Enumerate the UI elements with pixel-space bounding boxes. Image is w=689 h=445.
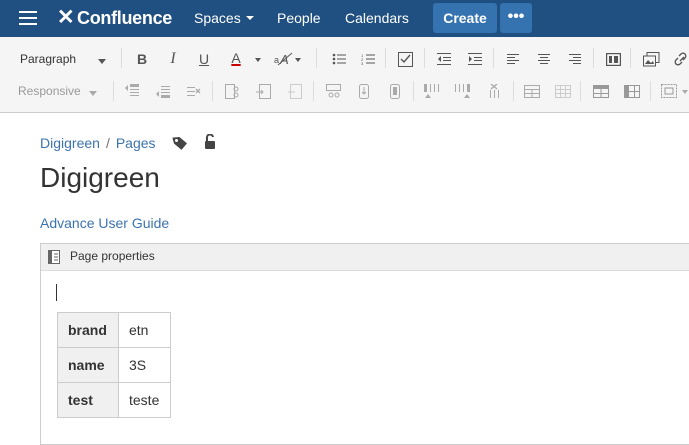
property-key[interactable]: brand — [57, 312, 119, 348]
breadcrumb-separator: / — [105, 135, 110, 151]
macro-title: Page properties — [70, 249, 155, 263]
merge-cells-icon[interactable] — [521, 80, 543, 102]
align-right-icon[interactable] — [564, 48, 586, 70]
property-key[interactable]: name — [57, 347, 119, 383]
page-properties-macro[interactable]: Page properties brand etn name 3S test t… — [40, 243, 689, 445]
toolbar-divider — [313, 81, 314, 101]
align-center-icon[interactable] — [533, 48, 555, 70]
table-row: name 3S — [57, 347, 171, 383]
page-layout-icon[interactable] — [602, 48, 624, 70]
confluence-logo[interactable]: ✕ Confluence — [57, 6, 172, 30]
toolbar-divider — [113, 81, 114, 101]
bullet-list-icon[interactable] — [328, 48, 350, 70]
align-left-icon[interactable] — [502, 48, 524, 70]
top-navigation-bar: ✕ Confluence Spaces People Calendars Cre… — [0, 0, 689, 37]
nav-people[interactable]: People — [277, 10, 321, 27]
breadcrumb-space[interactable]: Digigreen — [40, 135, 100, 151]
bold-button[interactable]: B — [131, 48, 153, 70]
toolbar-divider — [513, 81, 514, 101]
editor-toolbar: Paragraph B I U A aA 123 — [0, 37, 689, 113]
numbered-list-icon[interactable]: 123 — [357, 48, 379, 70]
nav-spaces-label: Spaces — [194, 10, 241, 26]
delete-column-icon[interactable] — [483, 80, 505, 102]
row-before-icon[interactable] — [121, 80, 143, 102]
macro-header: Page properties — [41, 244, 689, 271]
toolbar-divider — [593, 48, 594, 68]
svg-text:A: A — [279, 52, 289, 66]
toolbar-divider — [650, 81, 651, 101]
chevron-down-icon[interactable] — [255, 58, 261, 62]
table-row: brand etn — [57, 312, 171, 348]
nav-calendars[interactable]: Calendars — [345, 10, 409, 27]
column-after-icon[interactable] — [452, 80, 474, 102]
menu-icon[interactable] — [19, 11, 37, 25]
chevron-down-icon[interactable] — [98, 59, 106, 64]
toolbar-divider — [580, 81, 581, 101]
page-properties-icon — [48, 249, 60, 270]
svg-text:a: a — [274, 55, 279, 65]
property-value[interactable]: 3S — [118, 347, 171, 383]
heading-column-icon[interactable] — [621, 80, 643, 102]
insert-image-icon[interactable] — [640, 48, 662, 70]
logo-text: Confluence — [77, 7, 173, 28]
toolbar-divider — [212, 81, 213, 101]
task-list-icon[interactable] — [394, 48, 416, 70]
chevron-down-icon[interactable] — [295, 58, 301, 62]
paste-column-icon[interactable] — [384, 80, 406, 102]
outdent-icon[interactable] — [433, 48, 455, 70]
underline-button[interactable]: U — [193, 48, 215, 70]
split-cells-icon[interactable] — [552, 80, 574, 102]
page-title[interactable]: Digigreen — [40, 161, 160, 195]
text-color-button[interactable]: A — [225, 47, 247, 69]
copy-row-icon[interactable] — [252, 80, 274, 102]
page-properties-table: brand etn name 3S test teste — [57, 312, 171, 418]
insert-link-icon[interactable] — [670, 48, 689, 70]
property-value[interactable]: teste — [118, 382, 171, 418]
delete-row-icon[interactable] — [183, 80, 205, 102]
tag-icon[interactable] — [172, 136, 189, 156]
table-properties-icon[interactable] — [658, 80, 680, 102]
column-before-icon[interactable] — [421, 80, 443, 102]
breadcrumb: Digigreen / Pages — [40, 135, 156, 152]
row-after-icon[interactable] — [152, 80, 174, 102]
toolbar-divider — [630, 48, 631, 68]
property-value[interactable]: etn — [118, 312, 171, 348]
more-options-button[interactable]: ••• — [500, 3, 532, 33]
chevron-down-icon[interactable] — [682, 90, 688, 94]
toolbar-divider — [316, 48, 317, 68]
chevron-down-icon[interactable] — [89, 91, 97, 96]
cut-column-icon[interactable] — [322, 80, 344, 102]
confluence-x-icon: ✕ — [57, 6, 75, 29]
heading-row-icon[interactable] — [590, 80, 612, 102]
table-responsive-select[interactable]: Responsive — [18, 84, 81, 98]
svg-text:3: 3 — [361, 61, 364, 65]
nav-spaces[interactable]: Spaces — [194, 10, 254, 27]
copy-column-icon[interactable] — [353, 80, 375, 102]
cut-row-icon[interactable] — [221, 80, 243, 102]
advance-user-guide-link[interactable]: Advance User Guide — [40, 215, 169, 232]
italic-button[interactable]: I — [162, 48, 184, 70]
table-row: test teste — [57, 382, 171, 418]
toolbar-divider — [385, 48, 386, 68]
toolbar-divider — [413, 81, 414, 101]
chevron-down-icon — [245, 16, 254, 21]
paragraph-style-select[interactable]: Paragraph — [20, 52, 76, 66]
property-key[interactable]: test — [57, 382, 119, 418]
toolbar-divider — [121, 48, 122, 68]
create-button[interactable]: Create — [433, 3, 497, 33]
text-cursor — [56, 284, 57, 301]
toolbar-divider — [424, 48, 425, 68]
breadcrumb-pages[interactable]: Pages — [116, 135, 156, 151]
unlock-icon[interactable] — [204, 133, 218, 155]
toolbar-divider — [493, 48, 494, 68]
paste-row-icon[interactable] — [283, 80, 305, 102]
indent-icon[interactable] — [464, 48, 486, 70]
